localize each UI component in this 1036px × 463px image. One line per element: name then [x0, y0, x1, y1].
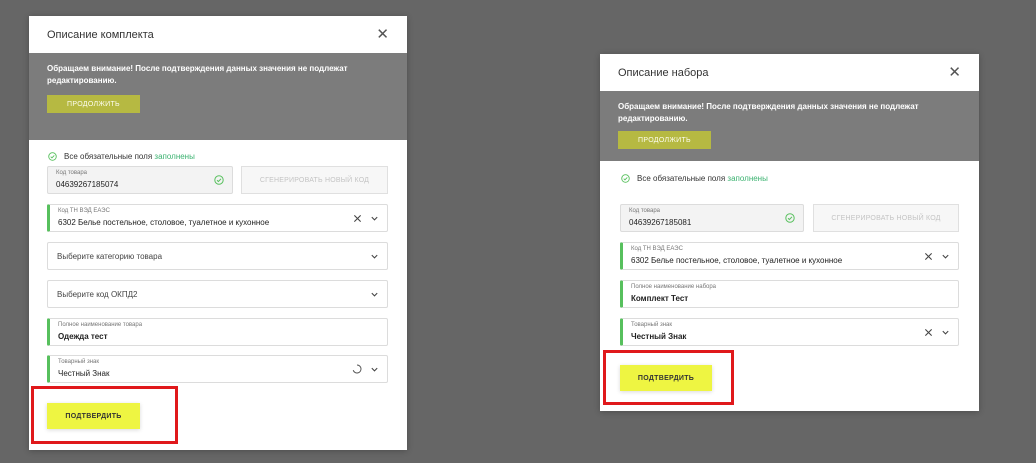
status-text: Все обязательные поля: [64, 152, 153, 161]
modal-header: Описание набора ✕: [600, 54, 979, 91]
okpd2-placeholder: Выберите код ОКПД2: [57, 289, 138, 299]
product-code-value: 04639267185074: [56, 180, 119, 189]
tnved-code-value: 6302 Белье постельное, столовое, туалетн…: [58, 218, 270, 227]
validation-status: Все обязательные поля заполнены: [48, 152, 195, 161]
clear-icon[interactable]: [924, 252, 933, 261]
full-name-input[interactable]: Полное наименование товара Одежда тест: [47, 318, 388, 346]
tnved-code-value: 6302 Белье постельное, столовое, туалетн…: [631, 256, 843, 265]
field-label: Товарный знак: [58, 359, 99, 365]
check-circle-icon: [214, 175, 224, 185]
chevron-down-icon[interactable]: [941, 328, 950, 337]
notice-text: Обращаем внимание! После подтверждения д…: [47, 64, 348, 85]
clear-icon[interactable]: [924, 328, 933, 337]
backdrop: Описание комплекта ✕ Обращаем внимание! …: [0, 0, 1036, 463]
generate-code-button[interactable]: СГЕНЕРИРОВАТЬ НОВЫЙ КОД: [241, 166, 388, 194]
chevron-down-icon[interactable]: [370, 214, 379, 223]
trademark-value: Честный Знак: [58, 369, 110, 378]
warning-notice: Обращаем внимание! После подтверждения д…: [600, 91, 979, 161]
chevron-down-icon[interactable]: [370, 252, 379, 261]
loading-spinner-icon: [352, 364, 362, 374]
full-name-value: Комплект Тест: [631, 294, 689, 303]
okpd2-select[interactable]: Выберите код ОКПД2: [47, 280, 388, 308]
product-code-field[interactable]: Код товара 04639267185081: [620, 204, 804, 232]
field-label: Код ТН ВЭД ЕАЭС: [58, 208, 110, 214]
check-circle-icon: [621, 174, 630, 183]
status-highlight: заполнены: [727, 174, 768, 183]
warning-notice: Обращаем внимание! После подтверждения д…: [29, 53, 407, 140]
highlight-box: [603, 350, 734, 405]
highlight-box: [31, 386, 178, 444]
trademark-select[interactable]: Товарный знак Честный Знак: [620, 318, 959, 346]
chevron-down-icon[interactable]: [941, 252, 950, 261]
notice-text: Обращаем внимание! После подтверждения д…: [618, 102, 919, 123]
trademark-value: Честный Знак: [631, 332, 687, 341]
check-circle-icon: [785, 213, 795, 223]
field-label: Товарный знак: [631, 322, 672, 328]
clear-icon[interactable]: [353, 214, 362, 223]
chevron-down-icon[interactable]: [370, 365, 379, 374]
product-code-field[interactable]: Код товара 04639267185074: [47, 166, 233, 194]
chevron-down-icon[interactable]: [370, 290, 379, 299]
field-label: Полное наименование товара: [58, 322, 143, 328]
kit-description-modal: Описание комплекта ✕ Обращаем внимание! …: [29, 16, 407, 450]
field-label: Код ТН ВЭД ЕАЭС: [631, 246, 683, 252]
modal-title: Описание комплекта: [47, 28, 154, 41]
check-circle-icon: [48, 152, 57, 161]
continue-button[interactable]: ПРОДОЛЖИТЬ: [47, 95, 140, 113]
status-highlight: заполнены: [154, 152, 195, 161]
tnved-code-select[interactable]: Код ТН ВЭД ЕАЭС 6302 Белье постельное, с…: [620, 242, 959, 270]
field-label: Полное наименование набора: [631, 284, 717, 290]
modal-header: Описание комплекта ✕: [29, 16, 407, 53]
modal-title: Описание набора: [618, 66, 709, 79]
close-icon[interactable]: ✕: [948, 65, 961, 80]
tnved-code-select[interactable]: Код ТН ВЭД ЕАЭС 6302 Белье постельное, с…: [47, 204, 388, 232]
field-label: Код товара: [56, 170, 88, 176]
close-icon[interactable]: ✕: [376, 27, 389, 42]
status-text: Все обязательные поля: [637, 174, 726, 183]
full-name-input[interactable]: Полное наименование набора Комплект Тест: [620, 280, 959, 308]
trademark-select[interactable]: Товарный знак Честный Знак: [47, 355, 388, 383]
generate-code-button[interactable]: СГЕНЕРИРОВАТЬ НОВЫЙ КОД: [813, 204, 959, 232]
validation-status: Все обязательные поля заполнены: [621, 174, 768, 183]
category-placeholder: Выберите категорию товара: [57, 251, 163, 261]
full-name-value: Одежда тест: [58, 332, 108, 341]
field-label: Код товара: [629, 208, 661, 214]
continue-button[interactable]: ПРОДОЛЖИТЬ: [618, 131, 711, 149]
category-select[interactable]: Выберите категорию товара: [47, 242, 388, 270]
product-code-value: 04639267185081: [629, 218, 692, 227]
